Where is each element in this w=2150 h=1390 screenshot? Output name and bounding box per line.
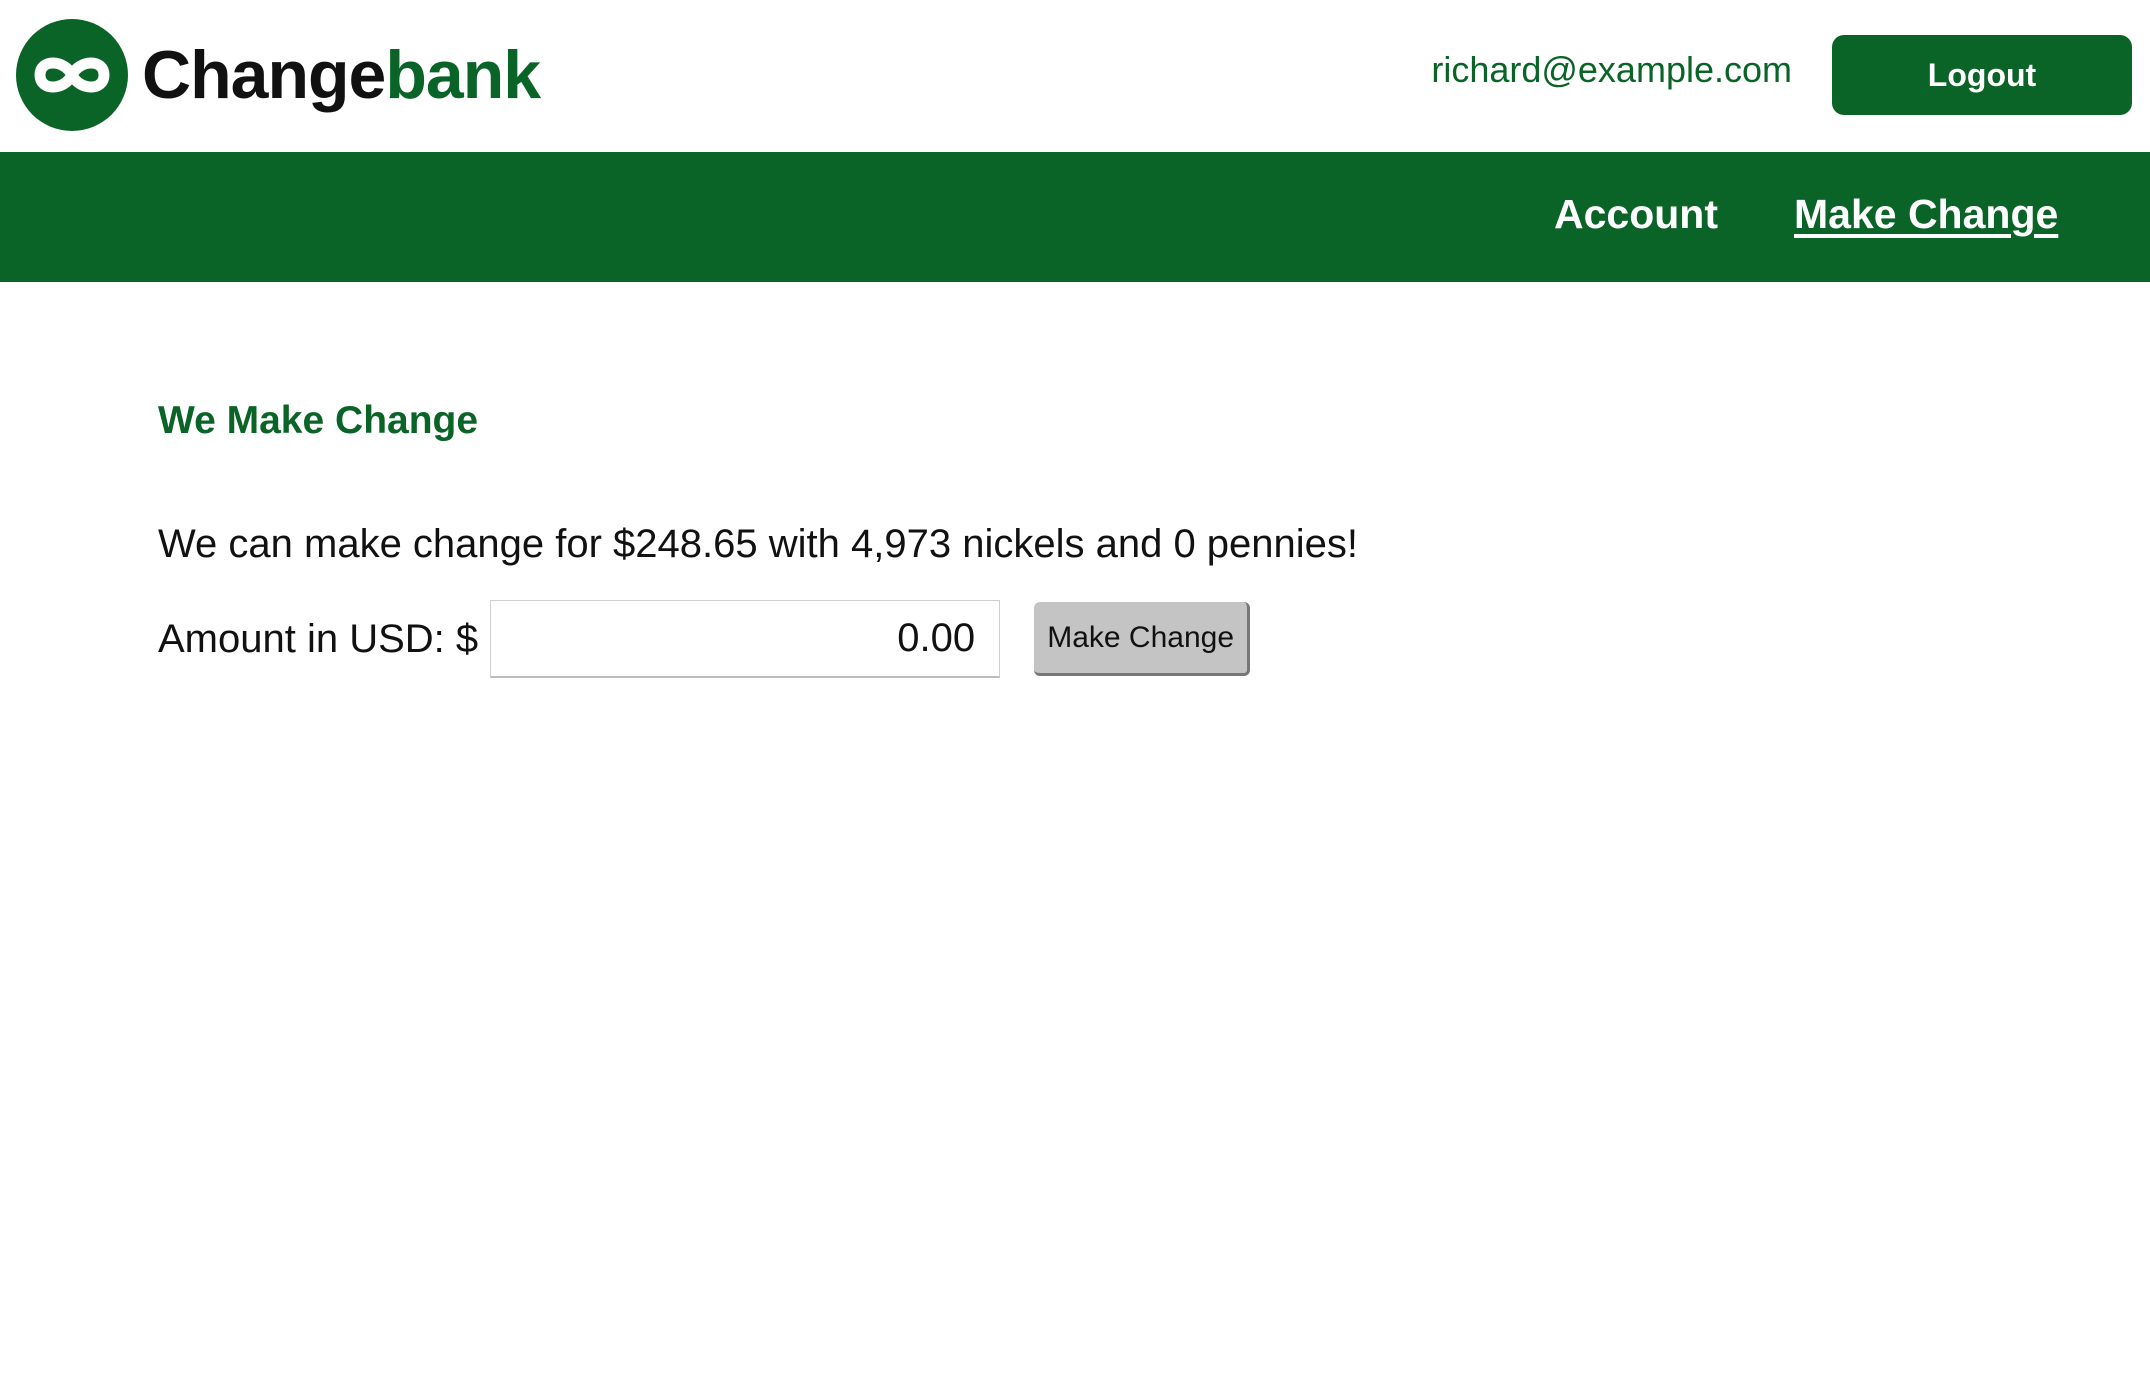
amount-input[interactable] <box>490 600 1001 678</box>
make-change-button[interactable]: Make Change <box>1034 602 1251 676</box>
main-nav: Account Make Change <box>0 152 2150 282</box>
logo-text-bank: bank <box>385 37 541 113</box>
logo[interactable]: Changebank <box>16 19 541 131</box>
user-email: richard@example.com <box>1431 49 1792 90</box>
make-change-form: Amount in USD: $ Make Change <box>158 600 1251 678</box>
nav-item-account[interactable]: Account <box>1554 190 1718 239</box>
amount-label: Amount in USD: $ <box>158 616 479 661</box>
page-title: We Make Change <box>158 399 479 442</box>
nav-item-make-change[interactable]: Make Change <box>1794 190 2058 239</box>
change-result-message: We can make change for $248.65 with 4,97… <box>158 522 1359 566</box>
logout-button[interactable]: Logout <box>1832 35 2132 115</box>
logo-wordmark: Changebank <box>142 41 541 109</box>
logo-text-change: Change <box>142 37 386 113</box>
infinity-link-icon <box>16 19 128 131</box>
page: Changebank richard@example.com Logout Ac… <box>0 0 2150 1390</box>
top-header: Changebank richard@example.com Logout <box>0 0 2150 152</box>
main-content: We Make Change We can make change for $2… <box>158 399 1958 678</box>
